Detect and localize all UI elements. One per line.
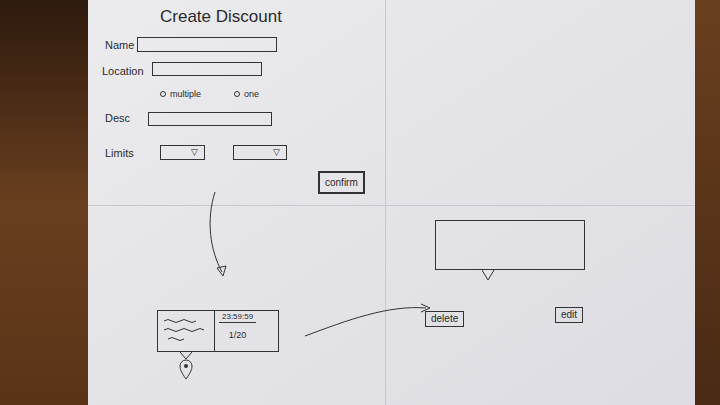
limits-label: Limits [105,146,134,160]
location-radio[interactable]: multiple [160,88,201,100]
fold-vertical [385,0,386,405]
desc-input[interactable] [148,112,272,126]
edit-button[interactable]: edit [555,307,583,323]
fold-horizontal [88,205,695,206]
table-left [0,0,88,405]
map-pin-icon [178,351,194,381]
discount-card[interactable]: 23:59:59 1/20 [157,310,279,352]
location-label: Location [102,64,144,78]
radio-label: one [244,88,259,100]
bubble-tail-icon [482,269,498,281]
name-input[interactable] [137,37,277,52]
description-lines-icon [158,311,214,351]
desc-label: Desc [105,111,130,125]
radio-label: multiple [170,88,201,100]
radio-circle [160,91,166,97]
card-count: 1/20 [229,329,247,341]
dropdown-arrow: ▽ [191,147,198,158]
confirm-button[interactable]: confirm [318,171,365,194]
radio-circle [234,91,240,97]
paper: Create Discount Name Location multiple one De… [88,0,695,405]
location-radio[interactable]: one [234,88,259,100]
dropdown-arrow: ▽ [273,147,280,158]
message-bubble [435,220,585,270]
card-info: 23:59:59 1/20 [214,311,256,351]
card-timer: 23:59:59 [219,311,256,323]
limits-dropdown[interactable]: ▽ [160,145,205,160]
name-label: Name [105,38,134,52]
location-input[interactable] [152,62,262,76]
table-right [695,0,720,405]
page-title: Create Discount [160,6,282,28]
photo: Create Discount Name Location multiple one De… [0,0,720,405]
limits-dropdown[interactable]: ▽ [233,145,287,160]
delete-button[interactable]: delete [425,311,464,327]
arrow-icon [88,0,695,405]
